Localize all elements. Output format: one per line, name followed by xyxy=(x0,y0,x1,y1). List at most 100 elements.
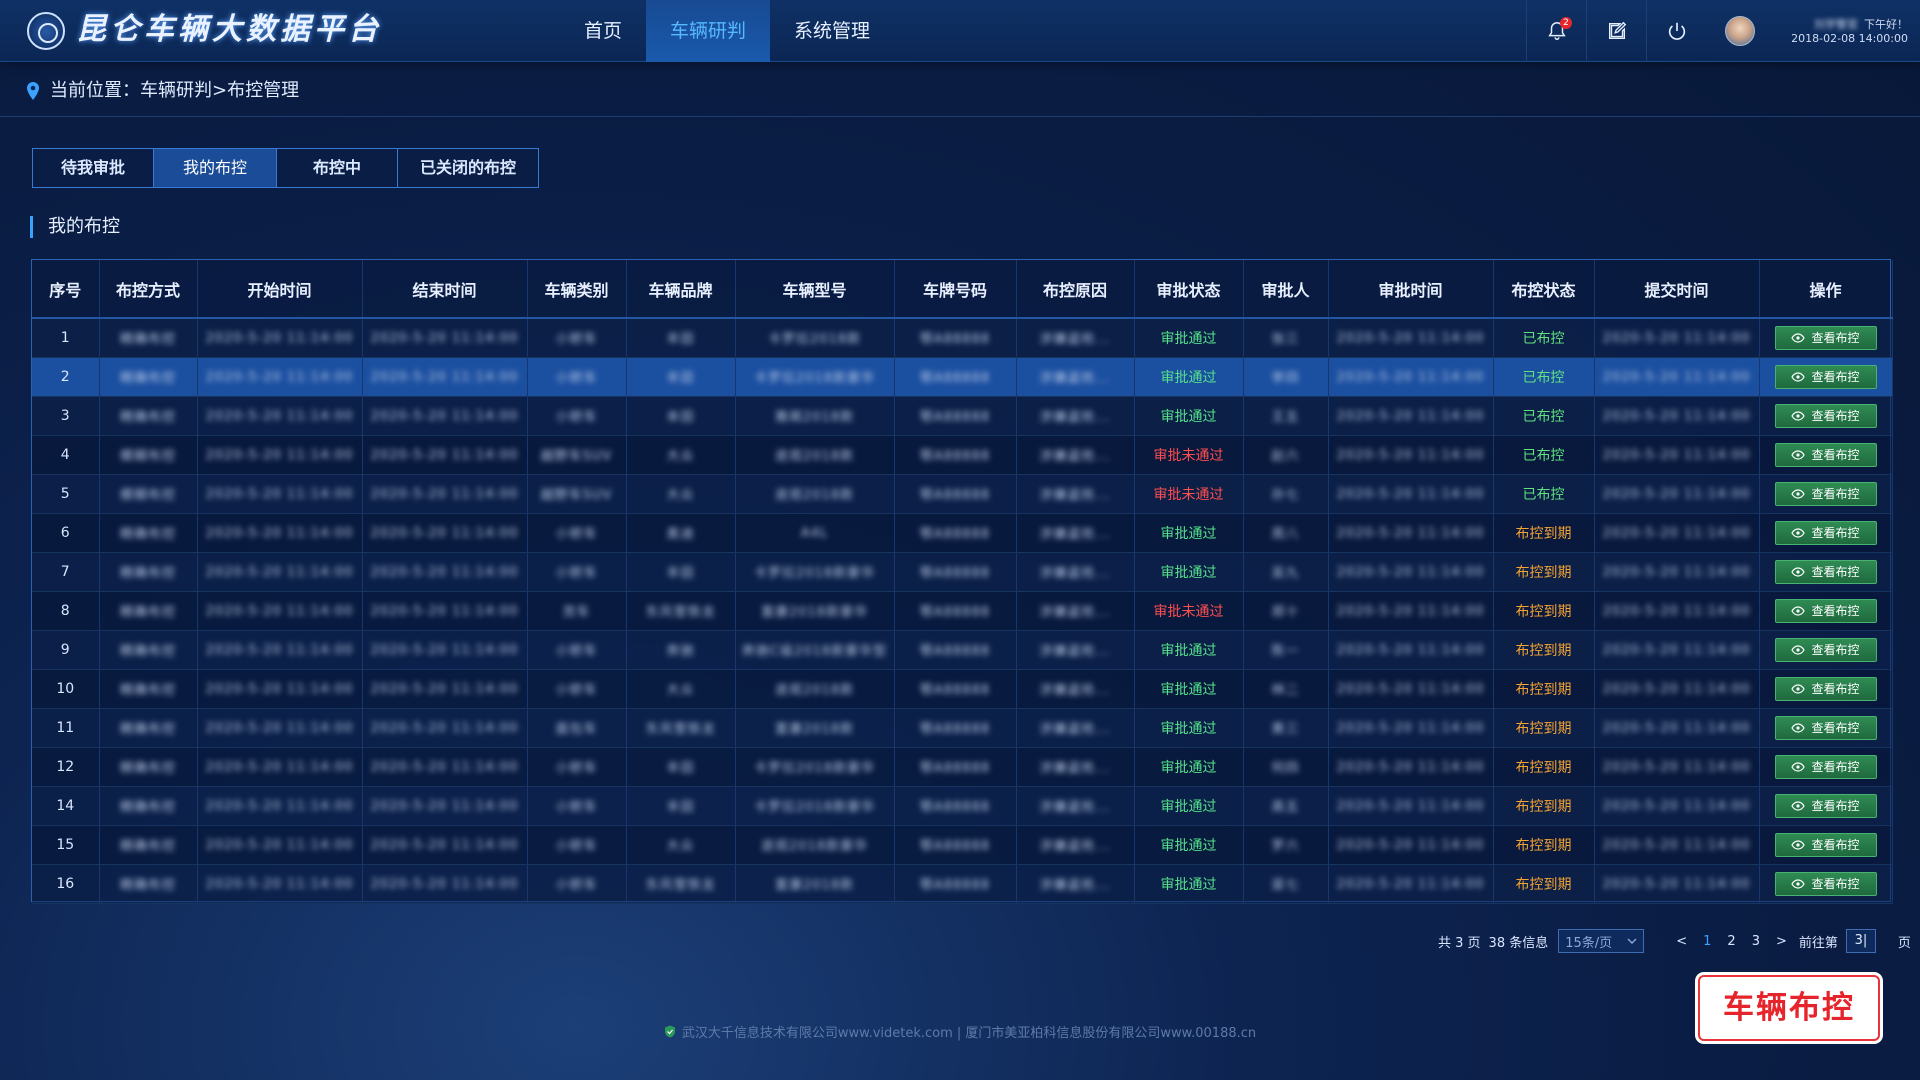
table-row[interactable]: 16 精确布控 2020-5-20 11:14:00 2020-5-20 11:14:… xyxy=(32,864,1893,904)
view-control-button[interactable]: 查看布控 xyxy=(1774,481,1877,506)
goto-page-input[interactable]: 3| xyxy=(1845,929,1876,953)
view-control-label: 查看布控 xyxy=(1811,565,1860,579)
vehicle-brand: 东风雪铁龙 xyxy=(645,605,716,620)
table-row[interactable]: 5 模糊布控 2020-5-20 11:14:00 2020-5-20 11:14:0… xyxy=(32,474,1893,514)
tab-my-controls[interactable]: 我的布控 xyxy=(154,149,277,187)
page-3-button[interactable]: 3 xyxy=(1748,934,1764,949)
submit-time: 2020-5-20 11:14:00 xyxy=(1602,681,1751,697)
view-control-button[interactable]: 查看布控 xyxy=(1774,754,1877,779)
eye-icon xyxy=(1791,644,1806,655)
eye-icon xyxy=(1791,839,1806,850)
table-row[interactable]: 11 精确布控 2020-5-20 11:14:00 2020-5-20 11:14:… xyxy=(32,708,1893,748)
control-status: 布控到期 xyxy=(1515,798,1572,815)
nav-system-management[interactable]: 系统管理 xyxy=(770,0,894,62)
breadcrumb-divider xyxy=(0,116,1920,117)
table-row[interactable]: 8 精确布控 2020-5-20 11:14:00 2020-5-20 11:14:0… xyxy=(32,591,1893,631)
page-1-button[interactable]: 1 xyxy=(1699,934,1715,949)
control-method: 精确布控 xyxy=(119,800,176,815)
nav-home[interactable]: 首页 xyxy=(560,0,646,62)
control-status: 已布控 xyxy=(1522,486,1565,503)
view-control-button[interactable]: 查看布控 xyxy=(1774,637,1877,662)
end-time: 2020-5-20 11:14:00 xyxy=(370,486,519,502)
prev-page-button[interactable]: < xyxy=(1672,934,1691,949)
table-row[interactable]: 14 精确布控 2020-5-20 11:14:00 2020-5-20 11:14:… xyxy=(32,786,1893,826)
vehicle-model: 雅阁2018款 xyxy=(774,410,855,425)
view-control-button[interactable]: 查看布控 xyxy=(1774,598,1877,623)
view-control-button[interactable]: 查看布控 xyxy=(1774,832,1877,857)
approval-status: 审批未通过 xyxy=(1153,447,1224,464)
view-control-button[interactable]: 查看布控 xyxy=(1774,364,1877,389)
vehicle-model: 途观2018款豪华 xyxy=(760,839,869,854)
table-row[interactable]: 6 精确布控 2020-5-20 11:14:00 2020-5-20 11:14:0… xyxy=(32,513,1893,553)
end-time: 2020-5-20 11:14:00 xyxy=(370,720,519,736)
table-row[interactable]: 15 精确布控 2020-5-20 11:14:00 2020-5-20 11:14:… xyxy=(32,825,1893,865)
view-control-button[interactable]: 查看布控 xyxy=(1774,871,1877,896)
submit-time: 2020-5-20 11:14:00 xyxy=(1602,564,1751,580)
logout-button[interactable] xyxy=(1646,0,1706,62)
column-header: 审批人 xyxy=(1243,260,1329,319)
approval-time: 2020-5-20 11:14:00 xyxy=(1336,681,1485,697)
edit-note-icon xyxy=(1608,21,1626,40)
vehicle-type: 越野车SUV xyxy=(540,449,613,464)
vehicle-type: 小轿车 xyxy=(555,644,598,659)
table-row[interactable]: 2 精确布控 2020-5-20 11:14:00 2020-5-20 11:14:0… xyxy=(32,357,1893,397)
tab-in-control[interactable]: 布控中 xyxy=(277,149,398,187)
approver: 孙七 xyxy=(1271,488,1300,503)
vehicle-type: 小轿车 xyxy=(555,527,598,542)
goto-suffix: 页 xyxy=(1897,935,1911,951)
view-control-button[interactable]: 查看布控 xyxy=(1774,520,1877,545)
control-reason: 涉嫌盗抢... xyxy=(1039,527,1111,542)
view-control-button[interactable]: 查看布控 xyxy=(1774,325,1877,350)
control-status: 布控到期 xyxy=(1515,564,1572,581)
vehicle-type: 小轿车 xyxy=(555,566,598,581)
eye-icon xyxy=(1791,410,1806,421)
start-time: 2020-5-20 11:14:00 xyxy=(205,486,354,502)
approval-status: 审批通过 xyxy=(1160,876,1217,893)
view-control-button[interactable]: 查看布控 xyxy=(1774,715,1877,740)
view-control-button[interactable]: 查看布控 xyxy=(1774,403,1877,428)
nav-vehicle-analysis[interactable]: 车辆研判 xyxy=(646,0,771,62)
table-row[interactable]: 4 模糊布控 2020-5-20 11:14:00 2020-5-20 11:14:0… xyxy=(32,435,1893,475)
table-row[interactable]: 1 精确布控 2020-5-20 11:14:00 2020-5-20 11:14:0… xyxy=(32,318,1893,358)
view-control-button[interactable]: 查看布控 xyxy=(1774,442,1877,467)
plate-number: 鄂A88888 xyxy=(919,527,991,542)
view-control-label: 查看布控 xyxy=(1811,721,1860,735)
control-method: 精确布控 xyxy=(119,605,176,620)
table-row[interactable]: 9 精确布控 2020-5-20 11:14:00 2020-5-20 11:14:0… xyxy=(32,630,1893,670)
user-avatar[interactable] xyxy=(1725,16,1755,46)
view-control-button[interactable]: 查看布控 xyxy=(1774,676,1877,701)
shield-check-icon xyxy=(664,1025,675,1038)
vehicle-model: 富康2018款豪华 xyxy=(760,605,869,620)
end-time: 2020-5-20 11:14:00 xyxy=(370,603,519,619)
control-reason: 涉嫌盗抢... xyxy=(1039,605,1111,620)
view-control-button[interactable]: 查看布控 xyxy=(1774,559,1877,584)
footer: 武汉大千信息技术有限公司www.videtek.com | 厦门市美亚柏科信息股… xyxy=(0,1022,1920,1041)
table-row[interactable]: 10 精确布控 2020-5-20 11:14:00 2020-5-20 11:14:… xyxy=(32,669,1893,709)
row-number: 15 xyxy=(56,836,75,853)
start-time: 2020-5-20 11:14:00 xyxy=(205,837,354,853)
eye-icon xyxy=(1791,761,1806,772)
breadcrumb-item-vehicle-analysis[interactable]: 车辆研判 xyxy=(140,80,212,101)
approval-time: 2020-5-20 11:14:00 xyxy=(1336,837,1485,853)
tab-pending-approval[interactable]: 待我审批 xyxy=(33,149,154,187)
page-2-button[interactable]: 2 xyxy=(1723,934,1739,949)
row-number: 10 xyxy=(56,680,75,697)
view-control-button[interactable]: 查看布控 xyxy=(1774,793,1877,818)
page-size-select[interactable]: 15条/页 xyxy=(1558,929,1645,953)
table-row[interactable]: 12 精确布控 2020-5-20 11:14:00 2020-5-20 11:14:… xyxy=(32,747,1893,787)
vehicle-model: 卡罗拉2018款豪华 xyxy=(753,371,876,386)
tab-closed-controls[interactable]: 已关闭的布控 xyxy=(398,149,538,187)
next-page-button[interactable]: > xyxy=(1772,934,1791,949)
edit-button[interactable] xyxy=(1586,0,1646,62)
total-items: 38 条信息 xyxy=(1488,935,1549,951)
submit-time: 2020-5-20 11:14:00 xyxy=(1602,642,1751,658)
row-number: 14 xyxy=(56,797,75,814)
tab-bar: 待我审批 我的布控 布控中 已关闭的布控 xyxy=(32,148,539,188)
control-status: 布控到期 xyxy=(1515,642,1572,659)
table-row[interactable]: 3 精确布控 2020-5-20 11:14:00 2020-5-20 11:14:0… xyxy=(32,396,1893,436)
notification-button[interactable]: 2 xyxy=(1526,0,1586,62)
approval-status: 审批通过 xyxy=(1160,330,1217,347)
table-row[interactable]: 7 精确布控 2020-5-20 11:14:00 2020-5-20 11:14:0… xyxy=(32,552,1893,592)
control-status: 布控到期 xyxy=(1515,720,1572,737)
control-method: 精确布控 xyxy=(119,527,176,542)
